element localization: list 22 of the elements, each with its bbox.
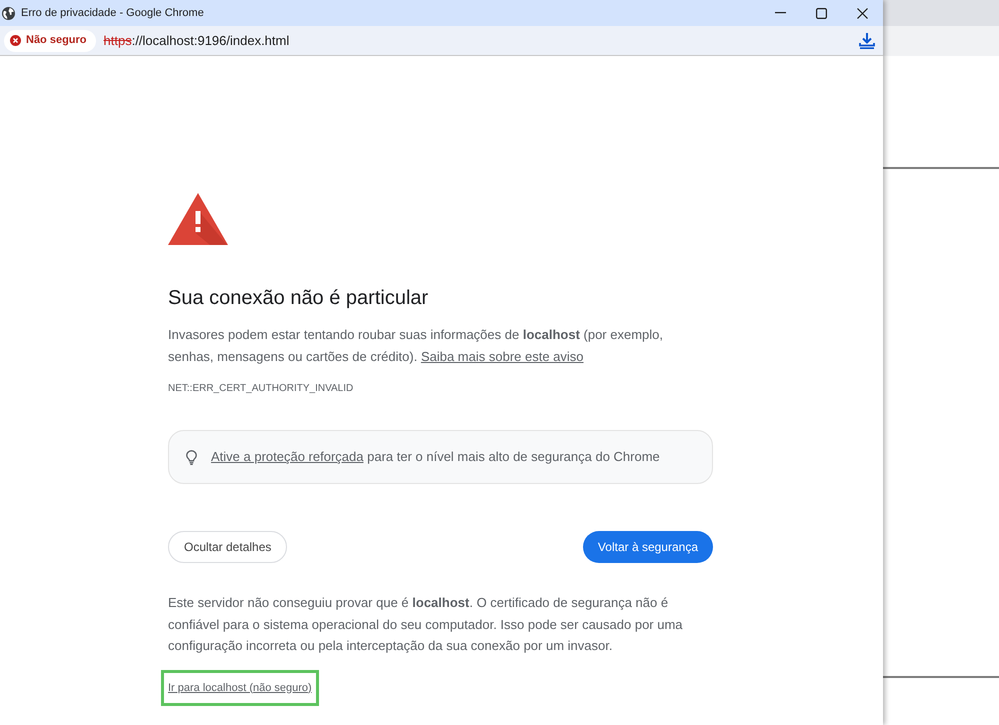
proceed-link[interactable]: Ir para localhost (não seguro) (168, 680, 312, 694)
enhanced-protection-link[interactable]: Ative a proteção reforçada (211, 449, 364, 464)
close-icon (857, 8, 868, 18)
promo-text: Ative a proteção reforçada para ter o nível mais alto de segurança do Chrome (211, 448, 660, 466)
url-text[interactable]: https://localhost:9196/index.html (104, 30, 290, 50)
lightbulb-icon (186, 450, 197, 464)
warning-icon (168, 193, 228, 245)
error-code: NET::ERR_CERT_AUTHORITY_INVALID (168, 382, 354, 396)
details-text: Este servidor não conseguiu provar que é localhost. O certificado de segurança não é confiável para o sistema operacional do seu computador. Isso pode ser causado por uma configuração incorreta ou pela interceptação da sua conexão por um invasor. (168, 594, 684, 655)
window-title: Erro de privacidade - Google Chrome (21, 6, 204, 21)
download-icon (859, 32, 875, 49)
minimize-icon (775, 12, 786, 14)
learn-more-link[interactable]: Saiba mais sobre este aviso (420, 349, 584, 364)
download-button[interactable] (857, 30, 877, 50)
maximize-icon (816, 8, 827, 18)
error-heading: Sua conexão não é particular (168, 286, 428, 311)
hide-details-button[interactable]: Ocultar detalhes (168, 531, 288, 563)
globe-icon (2, 6, 15, 20)
back-to-safety-button[interactable]: Voltar à segurança (582, 531, 713, 563)
warning-text: Invasores podem estar tentando roubar suas informações de localhost (por exemplo, senhas, mensagens ou cartões de crédito). Saiba mais sobre este aviso (168, 326, 664, 366)
error-icon (10, 35, 21, 46)
security-chip[interactable]: Não seguro (4, 30, 96, 52)
